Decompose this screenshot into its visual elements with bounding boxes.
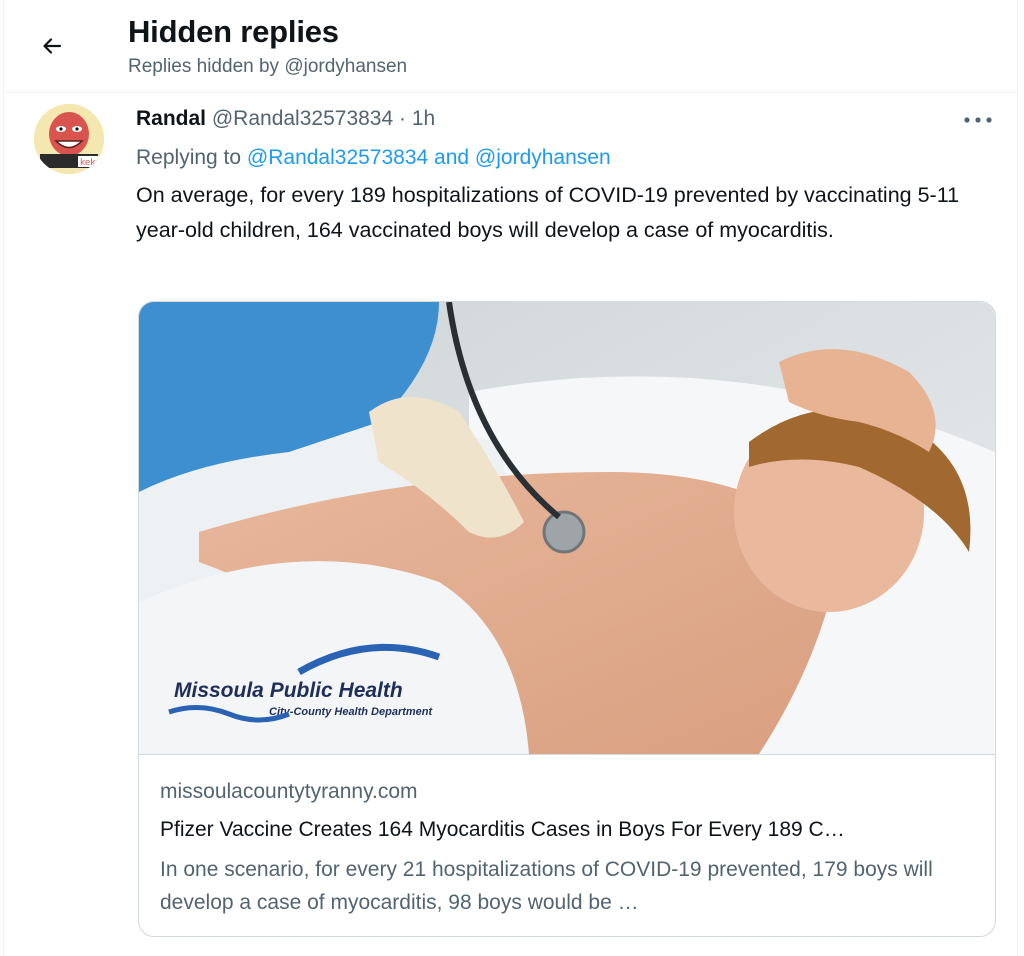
- header: Hidden replies Replies hidden by @jordyh…: [4, 0, 1017, 93]
- card-title: Pfizer Vaccine Creates 164 Myocarditis C…: [160, 818, 845, 841]
- more-dots-icon: [964, 117, 992, 123]
- author-handle[interactable]: @Randal32573834: [212, 107, 393, 130]
- more-button[interactable]: [960, 108, 996, 132]
- author-name[interactable]: Randal: [136, 107, 206, 130]
- page-title: Hidden replies: [128, 14, 339, 49]
- back-arrow-icon: [43, 38, 62, 54]
- card-domain: missoulacountytyranny.com: [160, 780, 418, 803]
- card-description: In one scenario, for every 21 hospitaliz…: [160, 858, 933, 914]
- tweet-meta: Randal @Randal32573834 · 1h: [136, 107, 435, 131]
- replying-to: Replying to @Randal32573834 and @jordyha…: [136, 146, 611, 170]
- avatar-image: kek: [34, 104, 104, 174]
- meta-separator: ·: [399, 107, 407, 130]
- page: Hidden replies Replies hidden by @jordyh…: [3, 0, 1018, 956]
- replying-to-link[interactable]: @Randal32573834 and @jordyhansen: [247, 146, 611, 169]
- back-button[interactable]: [34, 28, 70, 64]
- card-body: missoulacountytyranny.com Pfizer Vaccine…: [139, 754, 995, 936]
- svg-text:kek: kek: [80, 158, 96, 168]
- logo-subtitle: City-County Health Department: [269, 706, 434, 718]
- card-image: Missoula Public Health City-County Healt…: [139, 302, 995, 754]
- tweet-text: On average, for every 189 hospitalizatio…: [136, 183, 960, 242]
- link-card[interactable]: Missoula Public Health City-County Healt…: [138, 301, 996, 937]
- tweet-time[interactable]: 1h: [412, 107, 435, 130]
- avatar[interactable]: kek: [34, 104, 104, 174]
- page-subtitle: Replies hidden by @jordyhansen: [128, 56, 408, 77]
- replying-prefix: Replying to: [136, 146, 247, 169]
- logo-title: Missoula Public Health: [174, 679, 403, 702]
